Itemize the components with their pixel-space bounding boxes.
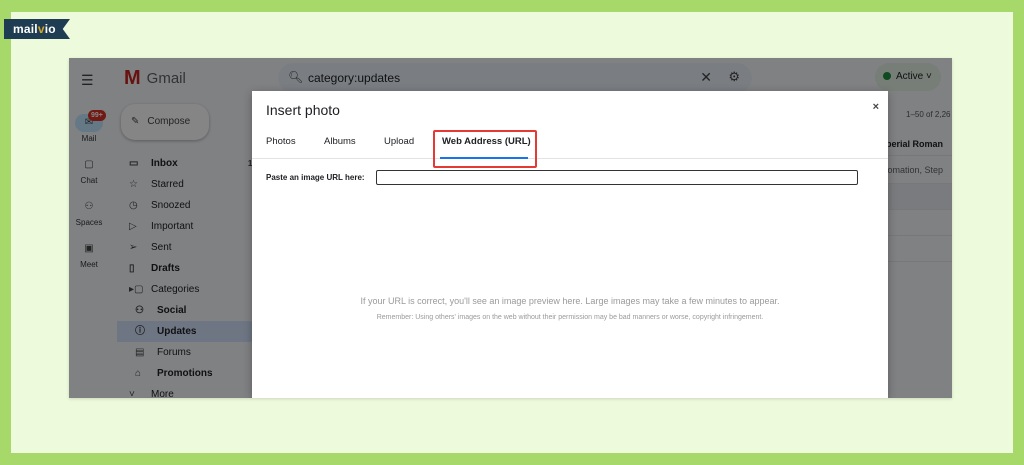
close-icon[interactable]: × bbox=[873, 101, 879, 113]
tab-photos[interactable]: Photos bbox=[266, 129, 296, 159]
insert-photo-dialog: Insert photo × Photos Albums Upload Web … bbox=[252, 91, 888, 398]
image-url-input[interactable] bbox=[376, 170, 858, 185]
gmail-screenshot: ☰ ✉ 99+ Mail ▢ Chat ⚇ Spaces ▣ Meet M Gm… bbox=[69, 58, 952, 398]
dialog-title: Insert photo bbox=[266, 102, 340, 118]
copyright-reminder: Remember: Using others' images on the we… bbox=[376, 314, 764, 321]
preview-message: If your URL is correct, you'll see an im… bbox=[360, 296, 780, 306]
dialog-tabs: Photos Albums Upload Web Address (URL) bbox=[252, 129, 888, 168]
url-label: Paste an image URL here: bbox=[266, 173, 365, 182]
tab-albums[interactable]: Albums bbox=[324, 129, 356, 159]
mailvio-logo: mailvio bbox=[4, 19, 70, 39]
annotation-highlight-box bbox=[433, 130, 537, 168]
tab-upload[interactable]: Upload bbox=[384, 129, 414, 159]
